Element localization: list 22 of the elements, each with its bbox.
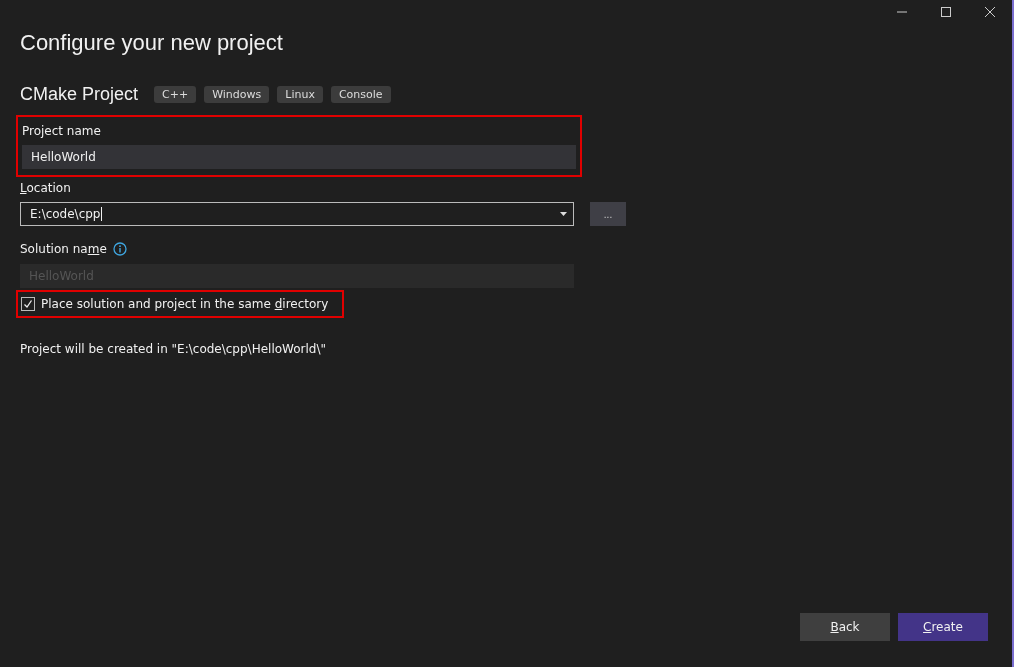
browse-button[interactable]: ...	[590, 202, 626, 226]
back-button[interactable]: Back	[800, 613, 890, 641]
location-summary: Project will be created in "E:\code\cpp\HelloWorld\"	[20, 342, 326, 356]
close-icon[interactable]	[984, 6, 996, 18]
template-tag: Linux	[277, 86, 323, 103]
field-label: Project name	[22, 124, 101, 138]
info-icon	[112, 242, 127, 256]
checkbox[interactable]	[21, 297, 35, 311]
checkbox-label: Place solution and project in the same directory	[41, 297, 329, 311]
template-tag: Console	[330, 86, 391, 103]
location-dropdown[interactable]: E:\code\cpp	[20, 202, 574, 226]
project-name-field[interactable]: HelloWorld	[22, 145, 576, 169]
template-tag: C++	[154, 86, 197, 103]
window-title: Configure your new project	[20, 30, 284, 56]
maximize-icon[interactable]	[940, 6, 952, 18]
template-name: CMake Project	[20, 84, 139, 105]
template-tag: Windows	[204, 86, 270, 103]
field-label: Solution name	[20, 242, 107, 256]
text-cursor	[101, 207, 103, 221]
dropdown-caret-icon	[560, 212, 567, 216]
create-button[interactable]: Create	[898, 613, 988, 641]
field-label: Location	[20, 181, 71, 195]
